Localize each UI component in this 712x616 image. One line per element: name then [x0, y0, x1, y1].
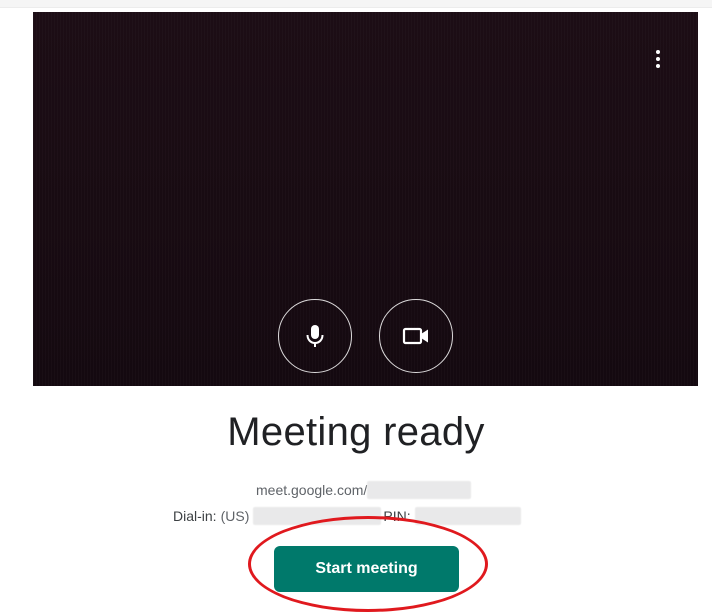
- camera-toggle-button[interactable]: [379, 299, 453, 373]
- video-preview: [33, 12, 698, 386]
- more-vert-icon: [656, 50, 660, 54]
- meeting-link-prefix: meet.google.com/: [256, 482, 368, 498]
- more-options-button[interactable]: [648, 44, 668, 74]
- microphone-icon: [306, 325, 324, 347]
- start-meeting-button[interactable]: Start meeting: [274, 546, 459, 592]
- more-vert-icon-dot: [656, 64, 660, 68]
- redacted-meeting-code: [367, 481, 472, 499]
- top-divider: [0, 0, 712, 8]
- meeting-link[interactable]: meet.google.com/: [256, 480, 472, 500]
- redacted-pin: [414, 507, 521, 525]
- page-title: Meeting ready: [227, 410, 485, 454]
- more-vert-icon-dot: [656, 57, 660, 61]
- redacted-phone-number: [253, 507, 382, 525]
- dialin-country: (US): [220, 508, 250, 524]
- video-camera-icon: [402, 327, 428, 345]
- pin-label: PIN:: [383, 508, 411, 524]
- microphone-toggle-button[interactable]: [278, 299, 352, 373]
- meet-ready-screen: Meeting ready meet.google.com/ Dial-in: …: [0, 0, 712, 616]
- dialin-info: Dial-in: (US) PIN:: [173, 506, 521, 526]
- dialin-label: Dial-in:: [173, 508, 217, 524]
